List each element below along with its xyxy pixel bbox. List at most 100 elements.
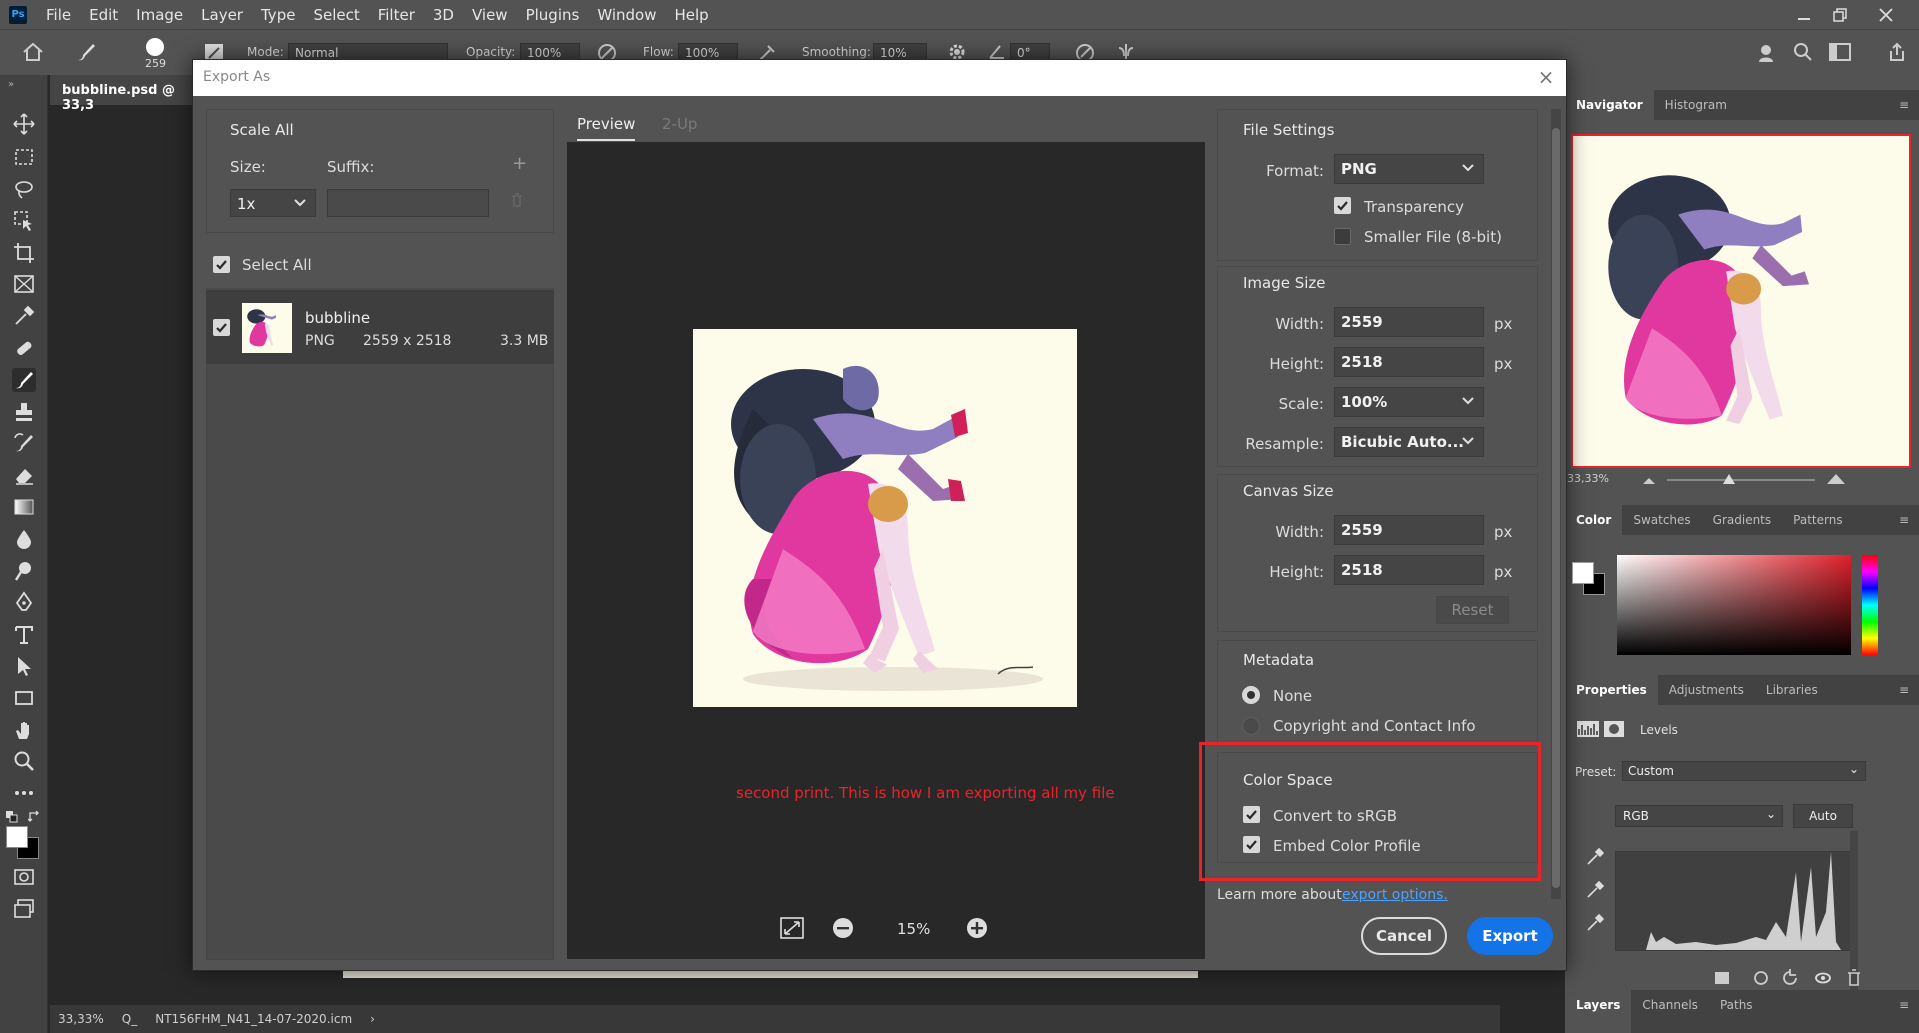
tab-patterns[interactable]: Patterns <box>1782 505 1853 535</box>
zoom-out-mountain-icon[interactable] <box>1643 476 1655 484</box>
trash-icon[interactable] <box>511 193 523 207</box>
smaller-file-checkbox[interactable] <box>1334 228 1351 245</box>
export-options-link[interactable]: export options. <box>1342 887 1448 903</box>
menu-edit[interactable]: Edit <box>80 6 127 24</box>
resample-select[interactable]: Bicubic Auto... <box>1334 427 1484 457</box>
fit-to-view-icon[interactable] <box>780 917 804 939</box>
suffix-input[interactable] <box>327 189 489 217</box>
tab-histogram[interactable]: Histogram <box>1654 90 1738 120</box>
tab-paths[interactable]: Paths <box>1709 990 1764 1033</box>
scale-select[interactable]: 100% <box>1334 387 1484 417</box>
search-icon[interactable] <box>1793 42 1813 62</box>
close-window-icon[interactable] <box>1862 0 1910 29</box>
menu-plugins[interactable]: Plugins <box>517 6 589 24</box>
pen-tool-icon[interactable] <box>12 590 36 614</box>
hue-slider[interactable] <box>1862 555 1878 655</box>
menu-3d[interactable]: 3D <box>424 6 463 24</box>
brush-tool-icon[interactable] <box>75 41 97 63</box>
zoom-out-icon[interactable] <box>832 917 854 939</box>
navigator-zoom-slider[interactable] <box>1667 479 1815 481</box>
cancel-button[interactable]: Cancel <box>1361 917 1447 955</box>
zoom-in-mountain-icon[interactable] <box>1827 472 1845 484</box>
menu-window[interactable]: Window <box>588 6 665 24</box>
eyedropper-tool-icon[interactable] <box>12 304 36 328</box>
menu-filter[interactable]: Filter <box>369 6 424 24</box>
workspace-icon[interactable] <box>1829 42 1851 62</box>
export-button[interactable]: Export <box>1467 917 1553 955</box>
swap-colors-icon[interactable] <box>28 811 40 823</box>
lasso-tool-icon[interactable] <box>12 177 36 201</box>
home-icon[interactable] <box>22 42 44 62</box>
panel-menu-icon[interactable]: ≡ <box>1899 513 1909 527</box>
preset-select[interactable]: Custom ⌄ <box>1622 761 1866 781</box>
reset-button[interactable]: Reset <box>1436 596 1509 624</box>
menu-select[interactable]: Select <box>304 6 368 24</box>
crop-tool-icon[interactable] <box>12 241 36 265</box>
canvas-width-input[interactable]: 2559 <box>1334 515 1484 545</box>
hand-tool-icon[interactable] <box>12 718 36 742</box>
zoom-in-icon[interactable] <box>966 917 988 939</box>
tab-libraries[interactable]: Libraries <box>1755 675 1829 705</box>
image-width-input[interactable]: 2559 <box>1334 307 1484 337</box>
object-select-tool-icon[interactable] <box>12 209 36 233</box>
menu-file[interactable]: File <box>37 6 80 24</box>
blur-tool-icon[interactable] <box>12 527 36 551</box>
move-tool-icon[interactable] <box>12 112 36 136</box>
type-tool-icon[interactable] <box>12 622 36 646</box>
gray-point-eyedropper-icon[interactable] <box>1586 881 1604 899</box>
settings-scroll-thumb[interactable] <box>1552 128 1560 888</box>
gradient-tool-icon[interactable] <box>12 495 36 519</box>
collapse-toolbox-icon[interactable]: » <box>8 79 14 90</box>
color-field[interactable] <box>1617 555 1851 655</box>
add-scale-icon[interactable]: + <box>512 153 527 174</box>
foreground-color-swatch[interactable] <box>6 826 28 848</box>
zoom-tool-icon[interactable] <box>12 749 36 773</box>
asset-checkbox[interactable] <box>213 319 230 336</box>
navigator-thumbnail[interactable] <box>1571 134 1911 468</box>
channel-select[interactable]: RGB ⌄ <box>1615 805 1783 827</box>
menu-help[interactable]: Help <box>665 6 717 24</box>
healing-brush-tool-icon[interactable] <box>12 336 36 360</box>
tab-navigator[interactable]: Navigator <box>1565 90 1654 120</box>
mask-icon[interactable] <box>1604 721 1624 737</box>
panel-menu-icon[interactable]: ≡ <box>1899 98 1909 112</box>
path-select-tool-icon[interactable] <box>12 654 36 678</box>
metadata-none-radio[interactable] <box>1242 686 1260 704</box>
rectangle-tool-icon[interactable] <box>12 686 36 710</box>
menu-type[interactable]: Type <box>252 6 304 24</box>
quick-mask-icon[interactable] <box>12 865 36 889</box>
tab-2-up[interactable]: 2-Up <box>662 115 697 133</box>
format-select[interactable]: PNG <box>1334 154 1484 184</box>
document-tab[interactable]: bubbline.psd @ 33,3 <box>50 75 200 113</box>
panel-menu-icon[interactable]: ≡ <box>1899 998 1909 1012</box>
tab-color[interactable]: Color <box>1565 505 1623 535</box>
image-height-input[interactable]: 2518 <box>1334 347 1484 377</box>
stamp-tool-icon[interactable] <box>12 400 36 424</box>
marquee-tool-icon[interactable] <box>12 145 36 169</box>
transparency-checkbox[interactable] <box>1334 197 1351 214</box>
share-icon[interactable] <box>1887 42 1907 62</box>
tab-properties[interactable]: Properties <box>1565 675 1658 705</box>
tab-gradients[interactable]: Gradients <box>1702 505 1782 535</box>
canvas-height-input[interactable]: 2518 <box>1334 555 1484 585</box>
white-point-eyedropper-icon[interactable] <box>1586 914 1604 932</box>
share-user-icon[interactable] <box>1757 42 1779 64</box>
brush-size-preview[interactable] <box>144 36 166 58</box>
dialog-close-icon[interactable]: × <box>1534 66 1558 90</box>
black-point-eyedropper-icon[interactable] <box>1586 848 1604 866</box>
menu-layer[interactable]: Layer <box>192 6 252 24</box>
brush-tool-active-icon[interactable] <box>12 368 36 392</box>
panel-menu-icon[interactable]: ≡ <box>1899 683 1909 697</box>
default-colors-icon[interactable] <box>6 811 18 823</box>
tab-swatches[interactable]: Swatches <box>1622 505 1701 535</box>
tab-layers[interactable]: Layers <box>1565 990 1632 1033</box>
color-fg-swatch[interactable] <box>1572 562 1594 584</box>
dodge-tool-icon[interactable] <box>12 559 36 583</box>
restore-icon[interactable] <box>1816 0 1864 29</box>
eraser-tool-icon[interactable] <box>12 463 36 487</box>
more-tools-icon[interactable] <box>12 781 36 805</box>
status-zoom[interactable]: 33,33% <box>58 1012 104 1026</box>
menu-image[interactable]: Image <box>127 6 192 24</box>
navigator-slider-handle[interactable] <box>1723 474 1735 484</box>
auto-button[interactable]: Auto <box>1793 804 1853 828</box>
